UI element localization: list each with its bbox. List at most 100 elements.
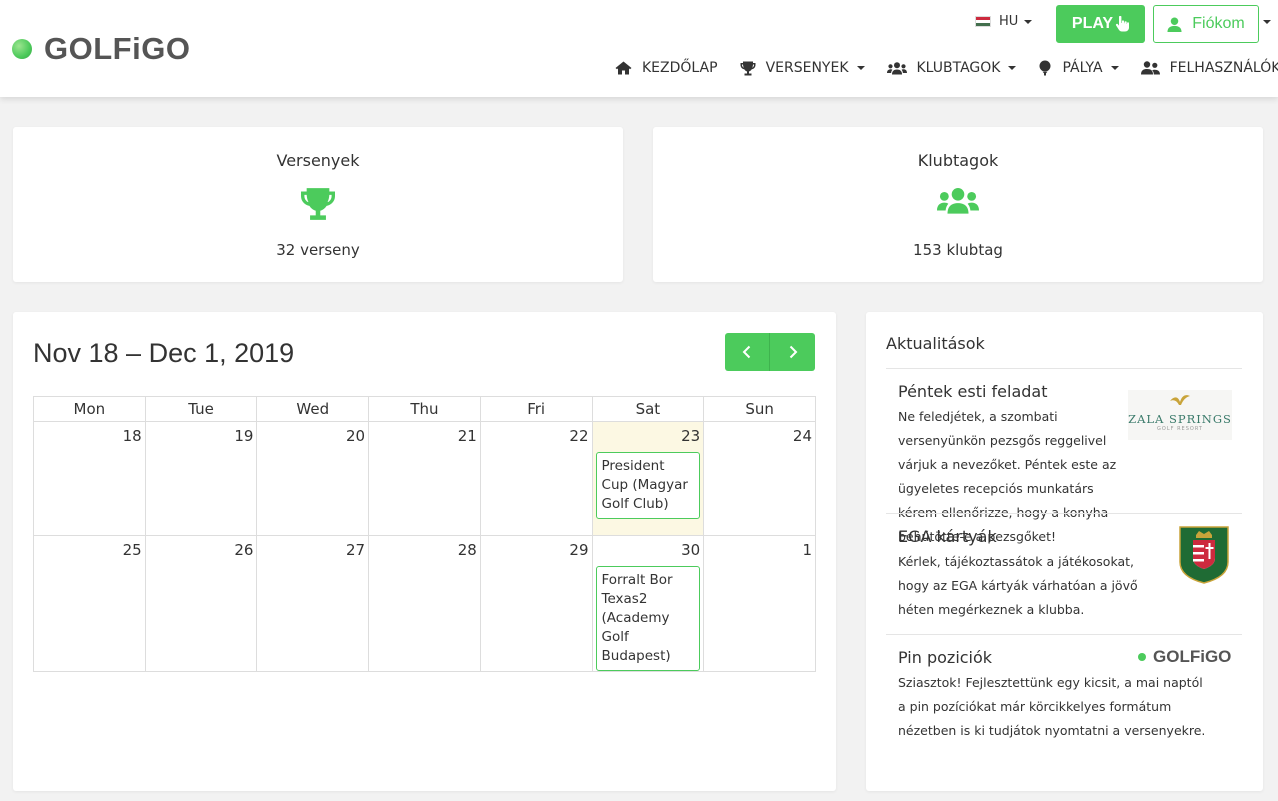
weekday-header: Thu: [368, 396, 481, 422]
chevron-right-icon: [789, 345, 797, 359]
calendar-week-row: 25 26 27 28 29 30 Forralt Bor Texas2 (Ac…: [33, 535, 816, 672]
calendar-day-cell[interactable]: 29: [479, 535, 593, 672]
calendar-week-row: 18 19 20 21 22 23 President Cup (Magyar …: [33, 421, 816, 536]
day-number[interactable]: 27: [257, 536, 368, 562]
top-header: GOLFiGO HU PLAY Fiókom KEZDŐLAP VERSENYE…: [0, 0, 1278, 97]
weekday-header: Tue: [144, 396, 258, 422]
calendar-day-cell[interactable]: 28: [368, 535, 481, 672]
nav-label-members: KLUBTAGOK: [916, 60, 1001, 76]
calendar-card: Nov 18 – Dec 1, 2019 Mon Tue Wed Thu Fri…: [13, 312, 836, 791]
calendar-event-forralt-bor[interactable]: Forralt Bor Texas2 (Academy Golf Budapes…: [595, 566, 701, 671]
calendar-day-cell[interactable]: 27: [256, 535, 370, 672]
language-label: HU: [999, 14, 1019, 29]
day-number[interactable]: 21: [369, 422, 480, 448]
nav-label-users: FELHASZNÁLÓK: [1169, 60, 1278, 76]
trophy-icon: [740, 61, 756, 75]
nav-label-course: PÁLYA: [1062, 60, 1103, 76]
bird-icon: [1170, 395, 1190, 405]
calendar-event-president-cup[interactable]: President Cup (Magyar Golf Club): [595, 452, 701, 519]
zala-springs-logo-subtext: GOLF RESORT: [1157, 426, 1203, 432]
day-number[interactable]: 22: [481, 422, 592, 448]
nav-label-home: KEZDŐLAP: [642, 60, 718, 76]
day-number[interactable]: 25: [34, 536, 145, 562]
news-card: Aktualitások Péntek esti feladat Ne fele…: [866, 312, 1263, 791]
language-selector[interactable]: HU: [975, 14, 1033, 29]
calendar-day-cell[interactable]: 26: [144, 535, 258, 672]
tournaments-stat-card[interactable]: Versenyek 32 verseny: [13, 127, 623, 282]
calendar-day-cell[interactable]: 24: [703, 421, 816, 536]
members-stat-card[interactable]: Klubtagok 153 klubtag: [653, 127, 1263, 282]
calendar-title: Nov 18 – Dec 1, 2019: [33, 338, 295, 368]
calendar-day-cell[interactable]: 25: [33, 535, 146, 672]
chevron-left-icon: [742, 345, 751, 359]
calendar-next-button[interactable]: [770, 333, 815, 371]
logo-text: GOLFiGO: [44, 31, 191, 66]
news-item-body: Sziasztok! Fejlesztettünk egy kicsit, a …: [898, 675, 1206, 738]
day-number[interactable]: 18: [34, 422, 145, 448]
nav-item-users[interactable]: FELHASZNÁLÓK: [1140, 60, 1278, 76]
day-number[interactable]: 1: [704, 536, 815, 562]
weekday-header: Fri: [479, 396, 593, 422]
golf-ball-icon: [1138, 653, 1146, 661]
weekday-header: Wed: [256, 396, 370, 422]
play-button[interactable]: PLAY: [1056, 5, 1145, 43]
weekday-header: Sat: [591, 396, 705, 422]
calendar-day-cell[interactable]: 30 Forralt Bor Texas2 (Academy Golf Buda…: [591, 535, 705, 672]
stat-value-tournaments: 32 verseny: [276, 241, 360, 259]
zala-springs-logo-text: ZALA SPRINGS: [1128, 412, 1232, 426]
play-label: PLAY: [1071, 15, 1114, 32]
account-button[interactable]: Fiókom: [1153, 5, 1259, 43]
nav-label-tournaments: VERSENYEK: [765, 60, 849, 76]
home-icon: [615, 61, 632, 75]
day-number[interactable]: 20: [257, 422, 368, 448]
chevron-down-icon: [1008, 66, 1017, 70]
calendar-day-cell[interactable]: 20: [256, 421, 370, 536]
calendar-day-cell[interactable]: 19: [144, 421, 258, 536]
golfigo-small-logo-text: GOLFiGO: [1153, 647, 1232, 666]
day-number[interactable]: 24: [704, 422, 815, 448]
weekday-header-row: Mon Tue Wed Thu Fri Sat Sun: [33, 396, 816, 422]
hungarian-flag-icon: [975, 16, 991, 27]
calendar-day-cell[interactable]: 21: [368, 421, 481, 536]
zala-springs-logo: ZALA SPRINGS GOLF RESORT: [1128, 390, 1232, 440]
trophy-icon: [301, 188, 335, 220]
day-number[interactable]: 30: [593, 536, 704, 562]
calendar-day-cell[interactable]: 18: [33, 421, 146, 536]
stat-title-tournaments: Versenyek: [276, 151, 360, 170]
golfigo-logo[interactable]: GOLFiGO: [12, 31, 190, 67]
golfigo-small-logo: GOLFiGO: [1138, 647, 1231, 667]
users-icon: [937, 187, 979, 214]
calendar-day-cell-today[interactable]: 23 President Cup (Magyar Golf Club): [591, 421, 705, 536]
hungarian-coat-of-arms-icon: [1179, 526, 1229, 584]
day-number[interactable]: 26: [146, 536, 257, 562]
hand-pointer-icon: [1116, 16, 1130, 32]
calendar-day-cell[interactable]: 22: [479, 421, 593, 536]
news-title: Aktualitások: [886, 334, 985, 353]
account-label: Fiókom: [1192, 15, 1245, 32]
calendar-nav: [725, 333, 815, 371]
day-number[interactable]: 29: [481, 536, 592, 562]
chevron-down-icon: [1110, 66, 1119, 70]
users-icon: [886, 61, 907, 74]
calendar-prev-button[interactable]: [725, 333, 770, 371]
day-number[interactable]: 23: [593, 422, 704, 448]
divider: [886, 368, 1242, 369]
nav-item-course[interactable]: PÁLYA: [1038, 60, 1119, 76]
golf-ball-icon: [12, 39, 32, 59]
golf-ball-tee-icon: [1039, 60, 1051, 76]
divider: [886, 634, 1242, 635]
account-dropdown-caret-icon[interactable]: [1263, 20, 1271, 24]
day-number[interactable]: 28: [369, 536, 480, 562]
news-item-body: Kérlek, tájékoztassátok a játékosokat, h…: [898, 554, 1138, 617]
weekday-header: Sun: [703, 396, 816, 422]
chevron-down-icon: [1024, 19, 1033, 24]
calendar-day-cell[interactable]: 1: [703, 535, 816, 672]
chevron-down-icon: [856, 66, 865, 70]
nav-item-members[interactable]: KLUBTAGOK: [886, 60, 1017, 76]
nav-item-tournaments[interactable]: VERSENYEK: [740, 60, 865, 76]
weekday-header: Mon: [33, 396, 146, 422]
nav-item-home[interactable]: KEZDŐLAP: [615, 60, 718, 76]
stat-value-members: 153 klubtag: [913, 241, 1003, 259]
day-number[interactable]: 19: [146, 422, 257, 448]
user-friends-icon: [1140, 61, 1160, 75]
